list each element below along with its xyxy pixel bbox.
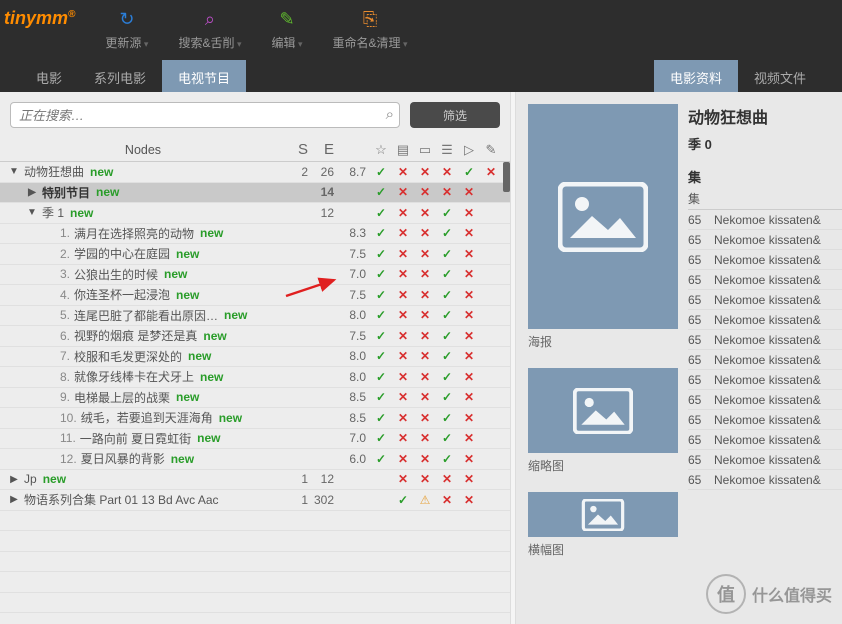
table-row[interactable]: 4.你连圣杯一起浸泡new7.5✓✕✕✓✕ [0, 285, 510, 306]
episode-row[interactable]: 65Nekomoe kissaten& [688, 450, 842, 470]
tab-电影资料[interactable]: 电影资料 [654, 60, 738, 92]
table-row-empty [0, 552, 510, 573]
table-row[interactable]: 12.夏日风暴的背影new6.0✓✕✕✓✕ [0, 449, 510, 470]
episode-row[interactable]: 65Nekomoe kissaten& [688, 470, 842, 490]
table-row[interactable]: 1.满月在选择照亮的动物new8.3✓✕✕✓✕ [0, 224, 510, 245]
expand-toggle[interactable]: ▶ [8, 494, 20, 505]
tab-电视节目[interactable]: 电视节目 [162, 60, 246, 92]
subtitle-icon[interactable]: ☰ [436, 142, 458, 158]
poster-placeholder[interactable] [528, 104, 678, 329]
play-icon[interactable]: ▷ [458, 142, 480, 158]
episode-row[interactable]: 65Nekomoe kissaten& [688, 230, 842, 250]
poster-label: 海报 [528, 333, 678, 350]
toolbar-rename[interactable]: ⎘重命名&清理 [333, 8, 408, 51]
refresh-icon: ↻ [119, 8, 134, 30]
col-e[interactable]: E [312, 141, 338, 158]
search-input[interactable] [10, 102, 400, 128]
toolbar-search[interactable]: ⌕搜索&舌削 [178, 8, 241, 51]
episode-row[interactable]: 65Nekomoe kissaten& [688, 410, 842, 430]
episode-row[interactable]: 65Nekomoe kissaten& [688, 430, 842, 450]
table-row[interactable]: 8.就像牙线棒卡在犬牙上new8.0✓✕✕✓✕ [0, 367, 510, 388]
table-row[interactable]: ▶特别节目new14✓✕✕✕✕ [0, 183, 510, 204]
ep-col-num[interactable]: 集 [688, 190, 714, 207]
tabs-row: 电影系列电影电视节目 电影资料视频文件 [0, 60, 842, 92]
thumb-label: 缩略图 [528, 457, 678, 474]
episode-row[interactable]: 65Nekomoe kissaten& [688, 270, 842, 290]
table-row[interactable]: ▼动物狂想曲new2268.7✓✕✕✕✓✕ [0, 162, 510, 183]
table-row[interactable]: 6.视野的烟痕 是梦还是真new7.5✓✕✕✓✕ [0, 326, 510, 347]
expand-toggle[interactable]: ▼ [26, 207, 38, 218]
scrollbar[interactable] [502, 162, 510, 618]
table-row-empty [0, 531, 510, 552]
left-pane: ⌕ 筛选 Nodes S E ☆ ▤ ▭ ☰ ▷ ✎ ▼动物狂想曲new2268… [0, 92, 510, 624]
table-row[interactable]: 3.公狼出生的时候new7.0✓✕✕✓✕ [0, 265, 510, 286]
table-row[interactable]: 11.一路向前 夏日霓虹街new7.0✓✕✕✓✕ [0, 429, 510, 450]
banner-placeholder[interactable] [528, 492, 678, 537]
table-row-empty [0, 613, 510, 618]
table-row-empty [0, 511, 510, 532]
edit-icon: ✎ [279, 8, 294, 30]
search-icon[interactable]: ⌕ [386, 106, 394, 123]
tab-电影[interactable]: 电影 [20, 60, 78, 92]
expand-toggle[interactable]: ▼ [8, 166, 20, 177]
rows-container: ▼动物狂想曲new2268.7✓✕✕✕✓✕▶特别节目new14✓✕✕✕✕▼季 1… [0, 162, 510, 618]
episodes-header: 集 [688, 167, 842, 186]
episode-row[interactable]: 65Nekomoe kissaten& [688, 310, 842, 330]
toolbar-edit[interactable]: ✎编辑 [271, 8, 302, 51]
detail-title: 动物狂想曲 [688, 104, 842, 128]
watermark: 值 什么值得买 [706, 574, 832, 614]
table-row-empty [0, 572, 510, 593]
image-icon[interactable]: ▭ [414, 142, 436, 158]
app-logo: tinymm® [0, 8, 75, 29]
table-row[interactable]: ▶Jpnew112✕✕✕✕ [0, 470, 510, 491]
expand-toggle[interactable]: ▶ [26, 187, 38, 198]
table-row[interactable]: ▼季 1new12✓✕✕✓✕ [0, 203, 510, 224]
rename-icon: ⎘ [363, 8, 377, 30]
table-row[interactable]: 2.学园的中心在庭园new7.5✓✕✕✓✕ [0, 244, 510, 265]
table-row[interactable]: 5.连尾巴脏了都能看出原因…new8.0✓✕✕✓✕ [0, 306, 510, 327]
tab-视频文件[interactable]: 视频文件 [738, 60, 822, 92]
banner-label: 横幅图 [528, 541, 678, 558]
search-icon: ⌕ [205, 8, 215, 30]
col-s[interactable]: S [286, 141, 312, 158]
episode-row[interactable]: 65Nekomoe kissaten& [688, 330, 842, 350]
top-toolbar: tinymm® ↻更新源 ⌕搜索&舌削 ✎编辑 ⎘重命名&清理 [0, 0, 842, 60]
table-row[interactable]: ▶物语系列合集 Part 01 13 Bd Avc Aac1302✓⚠✕✕ [0, 490, 510, 511]
detail-season: 季 0 [688, 134, 842, 153]
star-icon[interactable]: ☆ [370, 142, 392, 158]
episode-row[interactable]: 65Nekomoe kissaten& [688, 210, 842, 230]
episode-row[interactable]: 65Nekomoe kissaten& [688, 250, 842, 270]
expand-toggle[interactable]: ▶ [8, 474, 20, 485]
page-icon[interactable]: ▤ [392, 142, 414, 158]
wrench-icon[interactable]: ✎ [480, 142, 502, 158]
episode-row[interactable]: 65Nekomoe kissaten& [688, 370, 842, 390]
episode-row[interactable]: 65Nekomoe kissaten& [688, 290, 842, 310]
table-row-empty [0, 593, 510, 614]
filter-button[interactable]: 筛选 [410, 102, 500, 128]
right-pane: 海报 缩略图 横幅图 动物狂想曲 季 0 集 集 [516, 92, 842, 624]
table-row[interactable]: 10.绒毛，若要追到天涯海角new8.5✓✕✕✓✕ [0, 408, 510, 429]
table-row[interactable]: 9.电梯最上层的战栗new8.5✓✕✕✓✕ [0, 388, 510, 409]
toolbar-refresh[interactable]: ↻更新源 [105, 8, 148, 51]
thumb-placeholder[interactable] [528, 368, 678, 453]
grid-header: Nodes S E ☆ ▤ ▭ ☰ ▷ ✎ [0, 138, 510, 162]
episode-row[interactable]: 65Nekomoe kissaten& [688, 350, 842, 370]
table-row[interactable]: 7.校服和毛发更深处的new8.0✓✕✕✓✕ [0, 347, 510, 368]
tab-系列电影[interactable]: 系列电影 [78, 60, 162, 92]
col-nodes[interactable]: Nodes [0, 143, 286, 157]
episode-row[interactable]: 65Nekomoe kissaten& [688, 390, 842, 410]
